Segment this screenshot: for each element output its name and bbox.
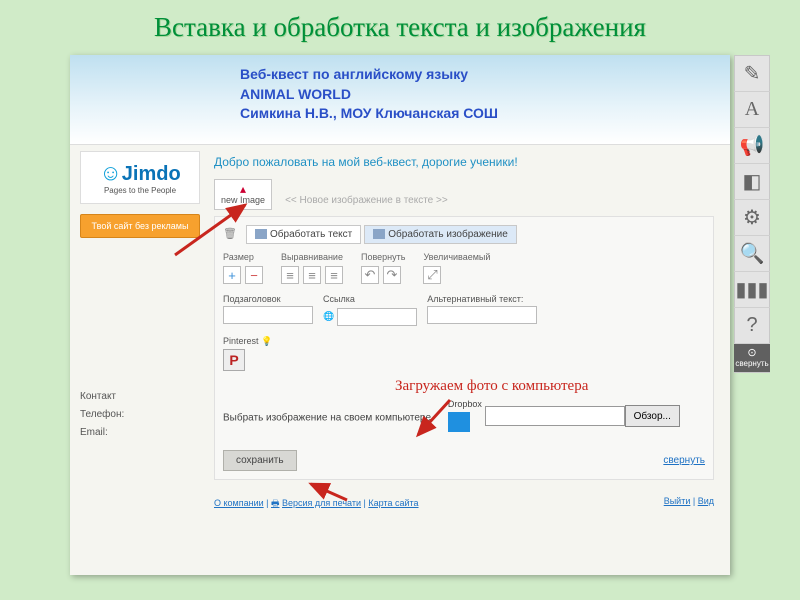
- align-label: Выравнивание: [281, 252, 343, 262]
- footer-sitemap[interactable]: Карта сайта: [368, 498, 418, 508]
- dropbox-option[interactable]: Dropbox: [448, 399, 482, 432]
- toolbar-collapse-label: свернуть: [735, 359, 768, 368]
- annotation-upload: Загружаем фото с компьютера: [395, 378, 588, 395]
- print-icon: 🖶: [271, 498, 280, 508]
- collapse-link[interactable]: свернуть: [663, 455, 705, 466]
- link-input[interactable]: [337, 308, 417, 326]
- contact-heading: Контакт: [80, 388, 200, 406]
- jimdo-tagline: Pages to the People: [87, 186, 193, 195]
- save-button[interactable]: сохранить: [223, 450, 297, 471]
- trash-icon[interactable]: 🗑: [223, 228, 237, 240]
- placeholder-text: << Новое изображение в тексте >>: [285, 195, 448, 206]
- new-image-label: new Image: [221, 195, 265, 205]
- header-line3: Симкина Н.В., МОУ Ключанская СОШ: [240, 104, 498, 124]
- subtitle-input[interactable]: [223, 306, 313, 324]
- browse-button[interactable]: Обзор...: [625, 405, 680, 427]
- upload-label: Выбрать изображение на своем компьютере: [223, 413, 431, 424]
- size-group: Размер + −: [223, 252, 263, 284]
- smiley-icon: ☺: [99, 160, 121, 185]
- slide-title: Вставка и обработка текста и изображения: [0, 0, 800, 49]
- site-header: Веб-квест по английскому языку ANIMAL WO…: [70, 55, 730, 145]
- file-path-input[interactable]: [485, 406, 625, 426]
- contact-email: Email:: [80, 424, 200, 442]
- image-tab-icon: [373, 229, 385, 239]
- footer-view[interactable]: Вид: [698, 496, 714, 506]
- rotate-right-icon[interactable]: ↷: [383, 266, 401, 284]
- pinterest-label: Pinterest: [223, 336, 259, 346]
- size-minus-icon[interactable]: −: [245, 266, 263, 284]
- subtitle-label: Подзаголовок: [223, 294, 281, 304]
- text-tab-icon: [255, 229, 267, 239]
- stats-icon[interactable]: ▮▮▮: [734, 272, 770, 308]
- right-toolbar: ✎ A 📢 ◧ ⚙ 🔍 ▮▮▮ ? ⊙ свернуть: [734, 55, 770, 373]
- dropbox-label: Dropbox: [448, 399, 482, 409]
- cube-icon[interactable]: ◧: [734, 164, 770, 200]
- alt-field: Альтернативный текст:: [427, 294, 537, 326]
- size-label: Размер: [223, 252, 263, 262]
- globe-icon[interactable]: 🌐: [323, 311, 334, 322]
- collapse-circle-icon: ⊙: [734, 346, 770, 359]
- zoom-group: Увеличиваемый ⤢: [423, 252, 490, 284]
- gear-icon[interactable]: ⚙: [734, 200, 770, 236]
- align-right-icon[interactable]: ≡: [325, 266, 343, 284]
- zoom-label: Увеличиваемый: [423, 252, 490, 262]
- pinterest-button[interactable]: P: [223, 349, 245, 371]
- search-doc-icon[interactable]: 🔍: [734, 236, 770, 272]
- rotate-label: Повернуть: [361, 252, 405, 262]
- left-sidebar: ☺Jimdo Pages to the People Твой сайт без…: [80, 151, 200, 512]
- tab-edit-text[interactable]: Обработать текст: [246, 225, 361, 244]
- align-left-icon[interactable]: ≡: [281, 266, 299, 284]
- jimdo-logo-text: Jimdo: [122, 163, 181, 185]
- footer-about[interactable]: О компании: [214, 498, 264, 508]
- link-field: Ссылка 🌐: [323, 294, 417, 326]
- align-group: Выравнивание ≡ ≡ ≡: [281, 252, 343, 284]
- toolbar-collapse-button[interactable]: ⊙ свернуть: [734, 344, 770, 372]
- alt-label: Альтернативный текст:: [427, 294, 523, 304]
- rotate-left-icon[interactable]: ↶: [361, 266, 379, 284]
- megaphone-icon[interactable]: 📢: [734, 128, 770, 164]
- link-label: Ссылка: [323, 294, 355, 304]
- dropbox-icon: [448, 412, 470, 432]
- upgrade-button[interactable]: Твой сайт без рекламы: [80, 214, 200, 238]
- help-icon[interactable]: ?: [734, 308, 770, 344]
- header-line1: Веб-квест по английскому языку: [240, 65, 498, 85]
- font-icon[interactable]: A: [734, 92, 770, 128]
- footer-print[interactable]: Версия для печати: [282, 498, 361, 508]
- header-line2: ANIMAL WORLD: [240, 85, 498, 105]
- alt-input[interactable]: [427, 306, 537, 324]
- tab-image-label: Обработать изображение: [388, 229, 507, 240]
- expand-icon[interactable]: ⤢: [423, 266, 441, 284]
- main-content: Добро пожаловать на мой веб-квест, дорог…: [208, 151, 720, 512]
- tab-edit-image[interactable]: Обработать изображение: [364, 225, 516, 244]
- welcome-text: Добро пожаловать на мой веб-квест, дорог…: [214, 155, 714, 169]
- pencil-icon[interactable]: ✎: [734, 56, 770, 92]
- size-plus-icon[interactable]: +: [223, 266, 241, 284]
- bulb-icon: 💡: [261, 336, 272, 346]
- image-editor-panel: 🗑 Обработать текст Обработать изображени…: [214, 216, 714, 480]
- footer-logout[interactable]: Выйти: [664, 496, 691, 506]
- rotate-group: Повернуть ↶ ↷: [361, 252, 405, 284]
- contact-phone: Телефон:: [80, 406, 200, 424]
- footer-links: О компании | 🖶 Версия для печати | Карта…: [214, 496, 714, 512]
- jimdo-logo-box[interactable]: ☺Jimdo Pages to the People: [80, 151, 200, 204]
- align-center-icon[interactable]: ≡: [303, 266, 321, 284]
- editor-screenshot: Веб-квест по английскому языку ANIMAL WO…: [70, 55, 730, 575]
- subtitle-field: Подзаголовок: [223, 294, 313, 326]
- tab-text-label: Обработать текст: [270, 229, 352, 240]
- new-image-button[interactable]: ▴ new Image: [214, 179, 272, 210]
